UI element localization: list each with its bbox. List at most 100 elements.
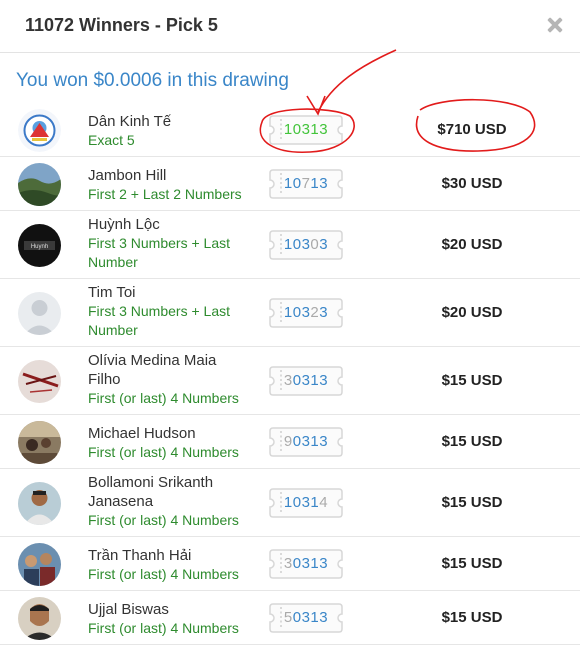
avatar[interactable] bbox=[18, 482, 61, 525]
match-type: First (or last) 4 Numbers bbox=[88, 566, 239, 582]
winner-row: Dân Kinh Tế Exact 5 10313 $710 USD bbox=[0, 103, 580, 157]
ticket-digit: 3 bbox=[319, 304, 329, 321]
winner-row: Ujjal Biswas First (or last) 4 Numbers 503… bbox=[0, 591, 580, 645]
ticket-digit: 1 bbox=[283, 121, 293, 138]
ticket-digit: 0 bbox=[292, 372, 302, 389]
match-type: First (or last) 4 Numbers bbox=[88, 620, 239, 636]
svg-text:Huynh: Huynh bbox=[31, 244, 48, 250]
ticket-digit: 1 bbox=[310, 609, 320, 626]
ticket-digit: 3 bbox=[319, 121, 329, 138]
ticket-digit: 0 bbox=[292, 555, 302, 572]
ticket-digit: 2 bbox=[310, 304, 320, 321]
winner-name[interactable]: Ujjal Biswas bbox=[88, 600, 248, 619]
ticket-digit: 3 bbox=[319, 555, 329, 572]
winner-row: Bollamoni Srikanth Janasena First (or las… bbox=[0, 469, 580, 537]
ticket-digit: 3 bbox=[319, 372, 329, 389]
ticket-digit: 1 bbox=[310, 494, 320, 511]
avatar[interactable]: Huynh bbox=[18, 224, 61, 267]
prize-amount: $15 USD bbox=[441, 372, 503, 389]
ticket-digits: 50313 bbox=[268, 602, 344, 634]
ticket-number: 30313 bbox=[268, 548, 344, 580]
winner-name[interactable]: Tim Toi bbox=[88, 283, 248, 302]
ticket-digit: 0 bbox=[292, 236, 302, 253]
ticket-number: 10314 bbox=[268, 487, 344, 519]
ticket-digits: 30313 bbox=[268, 548, 344, 580]
ticket-digit: 1 bbox=[283, 236, 293, 253]
ticket-number: 10313 bbox=[268, 114, 344, 146]
match-type: First (or last) 4 Numbers bbox=[88, 512, 239, 528]
ticket-digit: 3 bbox=[319, 609, 329, 626]
dialog-title: 11072 Winners - Pick 5 bbox=[25, 15, 218, 35]
winner-name[interactable]: Trần Thanh Hải bbox=[88, 546, 248, 565]
close-icon[interactable] bbox=[546, 16, 564, 34]
ticket-digits: 10303 bbox=[268, 229, 344, 261]
ticket-digits: 10314 bbox=[268, 487, 344, 519]
prize-amount: $20 USD bbox=[441, 236, 503, 253]
match-type: First (or last) 4 Numbers bbox=[88, 444, 239, 460]
match-type: First (or last) 4 Numbers bbox=[88, 390, 239, 406]
ticket-digit: 5 bbox=[283, 609, 293, 626]
winner-name[interactable]: Dân Kinh Tế bbox=[88, 112, 248, 131]
ticket-digit: 1 bbox=[283, 175, 293, 192]
winner-row: Michael Hudson First (or last) 4 Numbers 9… bbox=[0, 415, 580, 469]
ticket-digit: 1 bbox=[283, 494, 293, 511]
ticket-digit: 0 bbox=[292, 304, 302, 321]
ticket-digit: 9 bbox=[283, 433, 293, 450]
ticket-digit: 0 bbox=[292, 494, 302, 511]
ticket-number: 50313 bbox=[268, 602, 344, 634]
ticket-digits: 10713 bbox=[268, 168, 344, 200]
prize-amount: $710 USD bbox=[437, 121, 507, 138]
ticket-digits: 10323 bbox=[268, 297, 344, 329]
ticket-digit: 3 bbox=[319, 236, 329, 253]
winner-name[interactable]: Michael Hudson bbox=[88, 424, 248, 443]
winners-list: Dân Kinh Tế Exact 5 10313 $710 USD Jambon Hi… bbox=[0, 103, 580, 645]
winner-name[interactable]: Jambon Hill bbox=[88, 166, 248, 185]
prize-amount: $15 USD bbox=[441, 494, 503, 511]
winner-row: Olívia Medina Maia Filho First (or last) … bbox=[0, 347, 580, 415]
match-type: Exact 5 bbox=[88, 132, 135, 148]
winner-row: Tim Toi First 3 Numbers + Last Number 1032… bbox=[0, 279, 580, 347]
avatar[interactable] bbox=[18, 360, 61, 403]
avatar[interactable] bbox=[18, 543, 61, 586]
prize-amount: $15 USD bbox=[441, 609, 503, 626]
avatar[interactable] bbox=[18, 421, 61, 464]
match-type: First 3 Numbers + Last Number bbox=[88, 303, 230, 338]
prize-amount: $30 USD bbox=[441, 175, 503, 192]
won-message: You won $0.0006 in this drawing bbox=[16, 70, 289, 91]
ticket-digit: 3 bbox=[319, 433, 329, 450]
prize-amount: $20 USD bbox=[441, 304, 503, 321]
ticket-digit: 3 bbox=[319, 175, 329, 192]
match-type: First 2 + Last 2 Numbers bbox=[88, 186, 242, 202]
ticket-digit: 0 bbox=[310, 236, 320, 253]
ticket-number: 10303 bbox=[268, 229, 344, 261]
winner-name[interactable]: Olívia Medina Maia Filho bbox=[88, 351, 248, 389]
ticket-digits: 90313 bbox=[268, 426, 344, 458]
ticket-number: 10713 bbox=[268, 168, 344, 200]
ticket-digit: 0 bbox=[292, 175, 302, 192]
winner-row: Trần Thanh Hải First (or last) 4 Numbers 3… bbox=[0, 537, 580, 591]
ticket-digit: 0 bbox=[292, 609, 302, 626]
prize-amount: $15 USD bbox=[441, 555, 503, 572]
ticket-number: 30313 bbox=[268, 365, 344, 397]
winner-name[interactable]: Huỳnh Lộc bbox=[88, 215, 248, 234]
ticket-number: 90313 bbox=[268, 426, 344, 458]
winner-row: Huynh Huỳnh Lộc First 3 Numbers + Last Num… bbox=[0, 211, 580, 279]
dialog-header: 11072 Winners - Pick 5 bbox=[0, 0, 580, 53]
winner-name[interactable]: Bollamoni Srikanth Janasena bbox=[88, 473, 248, 511]
match-type: First 3 Numbers + Last Number bbox=[88, 235, 230, 270]
ticket-digit: 1 bbox=[310, 555, 320, 572]
ticket-digit: 0 bbox=[292, 121, 302, 138]
ticket-digit: 1 bbox=[310, 372, 320, 389]
ticket-digit: 0 bbox=[292, 433, 302, 450]
avatar[interactable] bbox=[18, 163, 61, 206]
ticket-digit: 1 bbox=[310, 121, 320, 138]
ticket-digit: 1 bbox=[310, 433, 320, 450]
avatar[interactable] bbox=[18, 109, 61, 152]
ticket-digits: 10313 bbox=[268, 114, 344, 146]
winner-row: Jambon Hill First 2 + Last 2 Numbers 10713… bbox=[0, 157, 580, 211]
ticket-digit: 1 bbox=[310, 175, 320, 192]
avatar[interactable] bbox=[18, 597, 61, 640]
avatar[interactable] bbox=[18, 292, 61, 335]
ticket-digit: 3 bbox=[283, 555, 293, 572]
ticket-digit: 3 bbox=[283, 372, 293, 389]
